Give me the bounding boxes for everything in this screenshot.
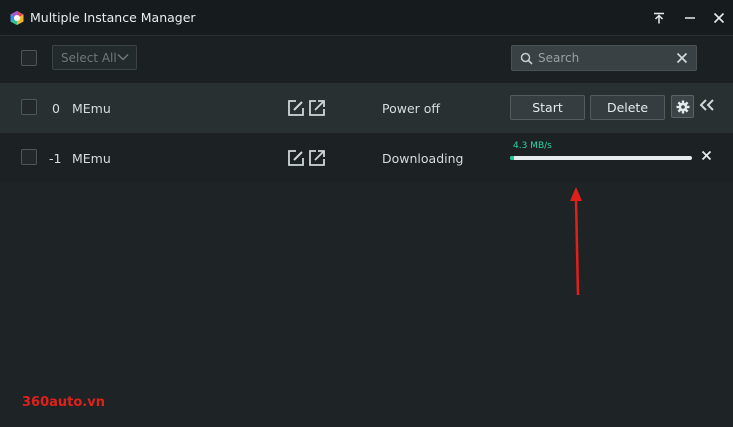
minimize-button[interactable] xyxy=(681,9,699,27)
select-all-label: Select All xyxy=(61,51,117,65)
edit-icon[interactable] xyxy=(287,149,305,167)
select-all-checkbox[interactable] xyxy=(21,50,37,66)
pin-button[interactable] xyxy=(650,9,668,27)
annotation-arrow xyxy=(570,187,582,296)
start-button[interactable]: Start xyxy=(510,95,585,120)
download-progress-bar xyxy=(510,156,692,160)
instance-index: 0 xyxy=(52,101,60,116)
download-progress-fill xyxy=(510,156,514,160)
instance-row: 0 MEmu Power off Start Delete xyxy=(0,83,733,133)
watermark: 360auto.vn xyxy=(22,395,105,410)
search-input[interactable] xyxy=(538,49,678,67)
gear-icon xyxy=(676,100,689,113)
shortcut-icon[interactable] xyxy=(308,99,326,117)
search-icon xyxy=(520,52,533,65)
edit-icon[interactable] xyxy=(287,99,305,117)
app-logo-icon xyxy=(10,11,24,25)
instance-index: -1 xyxy=(49,151,62,166)
settings-button[interactable] xyxy=(671,95,694,118)
clear-icon[interactable] xyxy=(676,52,688,64)
chevron-down-icon xyxy=(117,53,129,61)
cancel-icon[interactable] xyxy=(701,150,712,161)
select-all-dropdown[interactable]: Select All xyxy=(52,45,137,70)
close-icon xyxy=(713,12,725,24)
download-speed: 4.3 MB/s xyxy=(513,141,552,151)
shortcut-icon[interactable] xyxy=(308,149,326,167)
collapse-icon[interactable] xyxy=(699,99,715,111)
instance-name: MEmu xyxy=(72,151,111,166)
instance-row: -1 MEmu Downloading 4.3 MB/s xyxy=(0,133,733,183)
instance-status: Power off xyxy=(382,101,441,116)
instance-name: MEmu xyxy=(72,101,111,116)
close-button[interactable] xyxy=(710,9,728,27)
instance-checkbox[interactable] xyxy=(21,99,37,115)
instance-status: Downloading xyxy=(382,151,464,166)
title-bar: Multiple Instance Manager xyxy=(0,0,733,36)
search-box xyxy=(511,45,697,71)
instance-checkbox[interactable] xyxy=(21,149,37,165)
window-title: Multiple Instance Manager xyxy=(30,10,196,25)
delete-button[interactable]: Delete xyxy=(590,95,665,120)
minimize-icon xyxy=(685,17,695,19)
pin-icon xyxy=(654,12,664,24)
